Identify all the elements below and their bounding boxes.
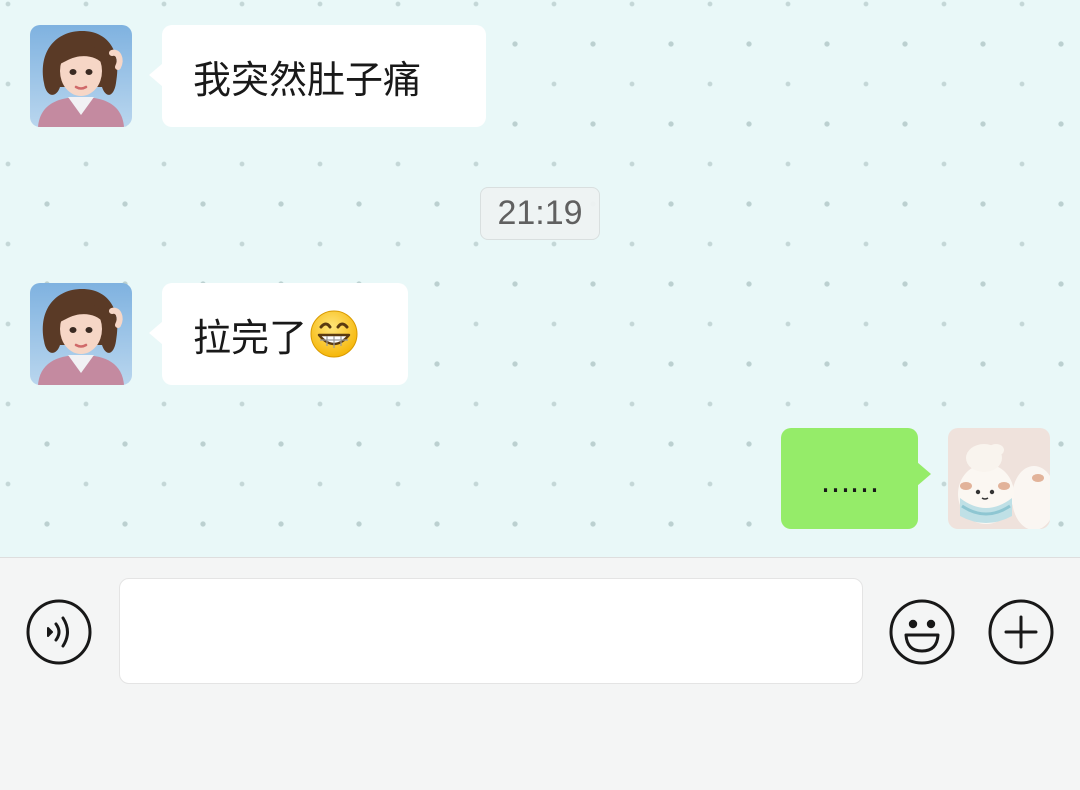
- message-text: 拉完了: [193, 315, 308, 360]
- input-bar: [0, 557, 1080, 790]
- contact-avatar[interactable]: [30, 283, 132, 385]
- outgoing-message[interactable]: ……: [781, 428, 931, 529]
- timestamp: 21:19: [480, 187, 600, 240]
- emoji-icon[interactable]: [889, 599, 955, 665]
- message-text: 我突然肚子痛: [193, 57, 422, 102]
- chat-area[interactable]: 我突然肚子痛 21:19 拉完了 ……: [0, 0, 1080, 557]
- my-avatar[interactable]: [948, 428, 1050, 529]
- contact-avatar[interactable]: [30, 25, 132, 127]
- plus-icon[interactable]: [988, 599, 1054, 665]
- message-input[interactable]: [119, 578, 863, 684]
- message-text: ……: [820, 465, 880, 500]
- incoming-message[interactable]: 我突然肚子痛: [149, 25, 486, 127]
- incoming-message[interactable]: 拉完了: [149, 283, 408, 385]
- voice-icon[interactable]: [26, 599, 92, 665]
- grinning-face-emoji: [309, 309, 359, 359]
